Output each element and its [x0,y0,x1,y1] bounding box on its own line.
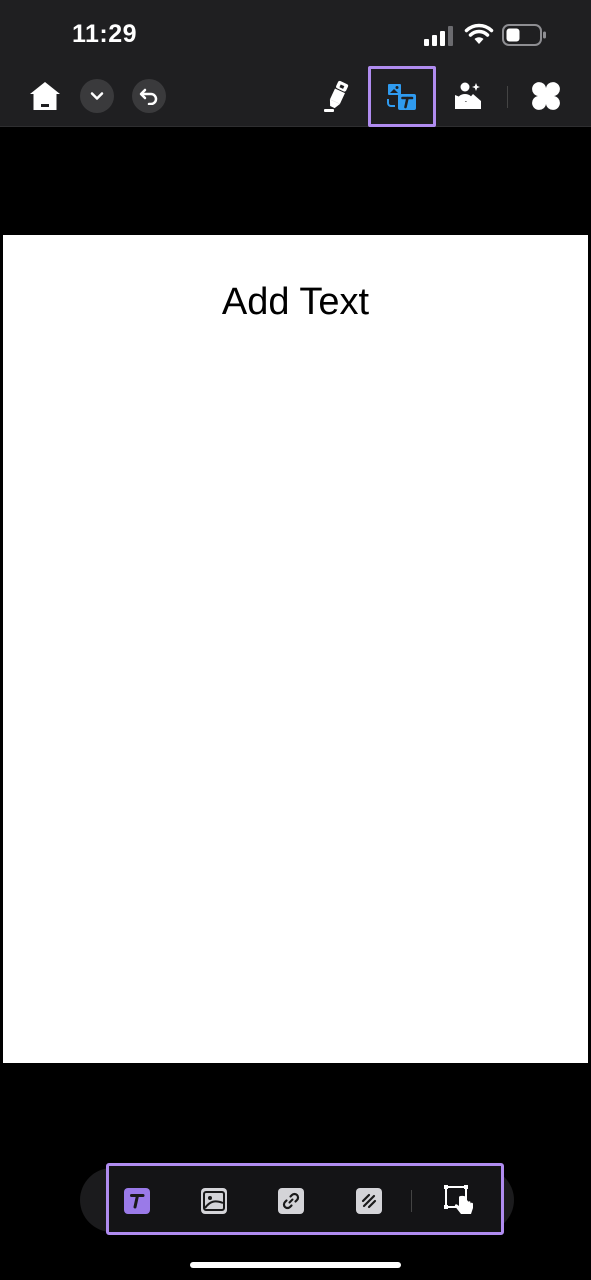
highlight-tool-button[interactable] [318,76,356,116]
home-button[interactable] [26,78,64,114]
status-time: 11:29 [72,20,138,48]
add-text-icon [130,1194,145,1209]
chevron-down-icon [90,92,104,100]
document-page[interactable]: Add Text [3,235,588,1063]
dropdown-button[interactable] [80,79,114,113]
signal-icon [424,26,453,46]
bottom-toolbar-divider [411,1190,412,1212]
add-image-icon [203,1191,225,1211]
ai-image-icon [455,82,481,109]
select-area-icon [444,1185,473,1214]
wifi-icon [464,23,494,44]
add-text-button[interactable] [124,1188,150,1214]
undo-button[interactable] [132,79,166,113]
apps-grid-icon [532,82,560,110]
battery-icon [502,24,546,46]
markup-icon [361,1193,377,1209]
app-screen: 11:29 Add Text [0,0,591,1280]
edit-text-image-button[interactable] [368,66,436,127]
home-icon [30,82,60,110]
undo-icon [139,88,158,105]
add-link-icon [282,1192,300,1210]
toolbar-divider [507,86,508,108]
top-toolbar [0,66,591,127]
highlighter-icon [324,80,349,112]
select-area-button[interactable] [443,1184,477,1218]
markup-button[interactable] [356,1188,382,1214]
ai-image-button[interactable] [450,76,486,116]
status-bar: 11:29 [0,0,591,66]
apps-button[interactable] [528,78,564,114]
add-link-button[interactable] [278,1188,304,1214]
page-text[interactable]: Add Text [3,281,588,324]
home-indicator[interactable] [190,1262,401,1268]
edit-text-image-icon [387,83,416,110]
add-image-button[interactable] [201,1188,227,1214]
bottom-toolbar [106,1163,504,1235]
